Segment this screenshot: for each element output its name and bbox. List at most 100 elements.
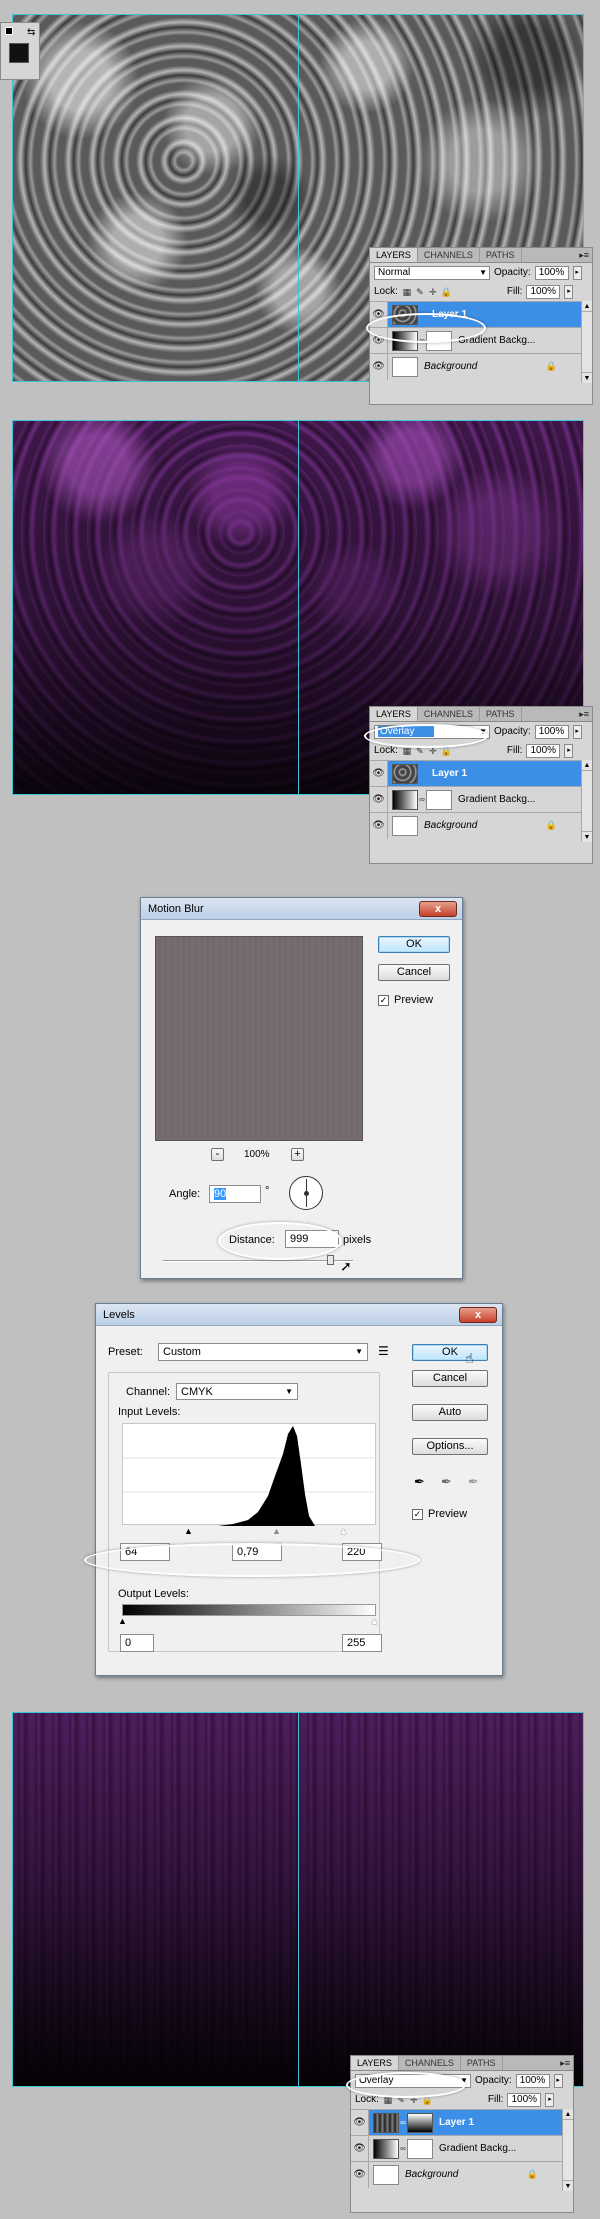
layer-name[interactable]: Background xyxy=(424,820,477,831)
swap-colors-icon[interactable]: ⇆ xyxy=(27,27,35,38)
output-black-field[interactable]: 0 xyxy=(120,1634,154,1652)
fill-arrow-icon[interactable]: ▸ xyxy=(564,284,574,299)
scroll-up-icon[interactable]: ▲ xyxy=(563,2109,573,2120)
zoom-out-button[interactable]: - xyxy=(211,1148,224,1161)
panel-menu-icon[interactable]: ▸≡ xyxy=(579,709,589,720)
layer-row[interactable]: 👁 ∞ Gradient Backg... xyxy=(351,2135,562,2162)
black-eyedropper-icon[interactable]: ✒ xyxy=(414,1474,425,1490)
opacity-input[interactable]: 100% xyxy=(534,265,569,280)
eye-icon[interactable]: 👁 xyxy=(351,2109,369,2136)
opacity-arrow-icon[interactable]: ▸ xyxy=(572,265,582,280)
lock-all-icon[interactable]: 🔒 xyxy=(422,2095,433,2105)
eye-icon[interactable]: 👁 xyxy=(370,786,388,813)
input-gamma-field[interactable]: 0,79 xyxy=(232,1543,282,1561)
scroll-down-icon[interactable]: ▼ xyxy=(582,372,592,383)
blend-mode-select[interactable]: Overlay ▼ xyxy=(374,724,490,739)
cancel-button[interactable]: Cancel xyxy=(378,964,450,981)
input-black-slider-icon[interactable]: ▲ xyxy=(184,1526,193,1536)
fill-input[interactable]: 100% xyxy=(526,743,561,758)
lock-pixels-icon[interactable]: ✎ xyxy=(396,2095,406,2105)
blend-mode-select[interactable]: Normal ▼ xyxy=(374,265,490,280)
layer-name[interactable]: Layer 1 xyxy=(439,2117,474,2128)
output-white-field[interactable]: 255 xyxy=(342,1634,382,1652)
opacity-input[interactable]: 100% xyxy=(515,2073,550,2088)
fill-arrow-icon[interactable]: ▸ xyxy=(545,2092,555,2107)
close-button[interactable]: x xyxy=(419,901,457,917)
layer-name[interactable]: Gradient Backg... xyxy=(458,335,535,346)
layer-row[interactable]: 👁 Background 🔒 xyxy=(370,353,581,380)
lock-position-icon[interactable]: ✛ xyxy=(428,746,438,756)
color-swatches[interactable]: ⇆ xyxy=(0,22,40,80)
input-white-field[interactable]: 220 xyxy=(342,1543,382,1561)
angle-dial[interactable] xyxy=(289,1176,323,1210)
lock-pixels-icon[interactable]: ✎ xyxy=(415,287,425,297)
auto-button[interactable]: Auto xyxy=(412,1404,488,1421)
eye-icon[interactable]: 👁 xyxy=(370,760,388,787)
close-button[interactable]: x xyxy=(459,1307,497,1323)
eye-icon[interactable]: 👁 xyxy=(351,2161,369,2188)
fill-input[interactable]: 100% xyxy=(526,284,561,299)
zoom-in-button[interactable]: + xyxy=(291,1148,304,1161)
input-black-field[interactable]: 64 xyxy=(120,1543,170,1561)
tab-paths[interactable]: PATHS xyxy=(461,2056,503,2070)
preview-checkbox[interactable]: ✓ xyxy=(412,1509,423,1520)
blend-mode-select[interactable]: Overlay ▼ xyxy=(355,2073,471,2088)
fill-input[interactable]: 100% xyxy=(507,2092,542,2107)
eye-icon[interactable]: 👁 xyxy=(370,327,388,354)
layer-row[interactable]: 👁 Layer 1 xyxy=(370,301,581,328)
preset-select[interactable]: Custom ▼ xyxy=(158,1343,368,1361)
eye-icon[interactable]: 👁 xyxy=(351,2135,369,2162)
scrollbar[interactable]: ▲ ▼ xyxy=(581,301,592,383)
cancel-button[interactable]: Cancel xyxy=(412,1370,488,1387)
tab-layers[interactable]: LAYERS xyxy=(370,248,418,262)
opacity-input[interactable]: 100% xyxy=(534,724,569,739)
panel-menu-icon[interactable]: ▸≡ xyxy=(560,2058,570,2069)
lock-pixels-icon[interactable]: ✎ xyxy=(415,746,425,756)
eye-icon[interactable]: 👁 xyxy=(370,301,388,328)
angle-input[interactable]: 90 xyxy=(209,1185,261,1203)
layer-name[interactable]: Layer 1 xyxy=(432,768,467,779)
tab-layers[interactable]: LAYERS xyxy=(351,2056,399,2070)
eye-icon[interactable]: 👁 xyxy=(370,353,388,380)
panel-menu-icon[interactable]: ▸≡ xyxy=(579,250,589,261)
tab-channels[interactable]: CHANNELS xyxy=(418,707,480,721)
scroll-down-icon[interactable]: ▼ xyxy=(563,2180,573,2191)
lock-position-icon[interactable]: ✛ xyxy=(409,2095,419,2105)
tab-channels[interactable]: CHANNELS xyxy=(418,248,480,262)
layer-row[interactable]: 👁 ∞ Gradient Backg... xyxy=(370,786,581,813)
eye-icon[interactable]: 👁 xyxy=(370,812,388,839)
opacity-arrow-icon[interactable]: ▸ xyxy=(572,724,582,739)
layer-name[interactable]: Layer 1 xyxy=(432,309,467,320)
layer-row[interactable]: 👁 Background 🔒 xyxy=(370,812,581,839)
distance-slider-track[interactable] xyxy=(163,1260,353,1262)
distance-input[interactable]: 999 xyxy=(285,1230,339,1248)
layer-row[interactable]: 👁 Background 🔒 xyxy=(351,2161,562,2188)
lock-transparency-icon[interactable]: ▦ xyxy=(383,2095,393,2105)
preview-checkbox[interactable]: ✓ xyxy=(378,995,389,1006)
scrollbar[interactable]: ▲ ▼ xyxy=(562,2109,573,2191)
default-colors-icon[interactable] xyxy=(5,27,13,35)
lock-all-icon[interactable]: 🔒 xyxy=(441,746,452,756)
distance-slider-thumb[interactable] xyxy=(327,1255,334,1265)
preset-options-icon[interactable]: ☰ xyxy=(378,1344,389,1358)
gray-eyedropper-icon[interactable]: ✒ xyxy=(441,1474,452,1490)
output-white-slider-icon[interactable]: ▲ xyxy=(370,1616,379,1626)
layer-row[interactable]: 👁 Layer 1 xyxy=(370,760,581,787)
lock-all-icon[interactable]: 🔒 xyxy=(441,287,452,297)
foreground-color-swatch[interactable] xyxy=(9,43,29,63)
opacity-arrow-icon[interactable]: ▸ xyxy=(553,2073,563,2088)
scroll-up-icon[interactable]: ▲ xyxy=(582,760,592,771)
tab-layers[interactable]: LAYERS xyxy=(370,707,418,721)
white-eyedropper-icon[interactable]: ✒ xyxy=(468,1474,479,1490)
layer-row[interactable]: 👁 ∞ Gradient Backg... xyxy=(370,327,581,354)
layer-name[interactable]: Background xyxy=(424,361,477,372)
layer-name[interactable]: Background xyxy=(405,2169,458,2180)
lock-position-icon[interactable]: ✛ xyxy=(428,287,438,297)
input-gamma-slider-icon[interactable]: ▲ xyxy=(272,1526,281,1536)
tab-paths[interactable]: PATHS xyxy=(480,248,522,262)
lock-transparency-icon[interactable]: ▦ xyxy=(402,746,412,756)
layer-name[interactable]: Gradient Backg... xyxy=(458,794,535,805)
scroll-down-icon[interactable]: ▼ xyxy=(582,831,592,842)
tab-channels[interactable]: CHANNELS xyxy=(399,2056,461,2070)
output-black-slider-icon[interactable]: ▲ xyxy=(118,1616,127,1626)
